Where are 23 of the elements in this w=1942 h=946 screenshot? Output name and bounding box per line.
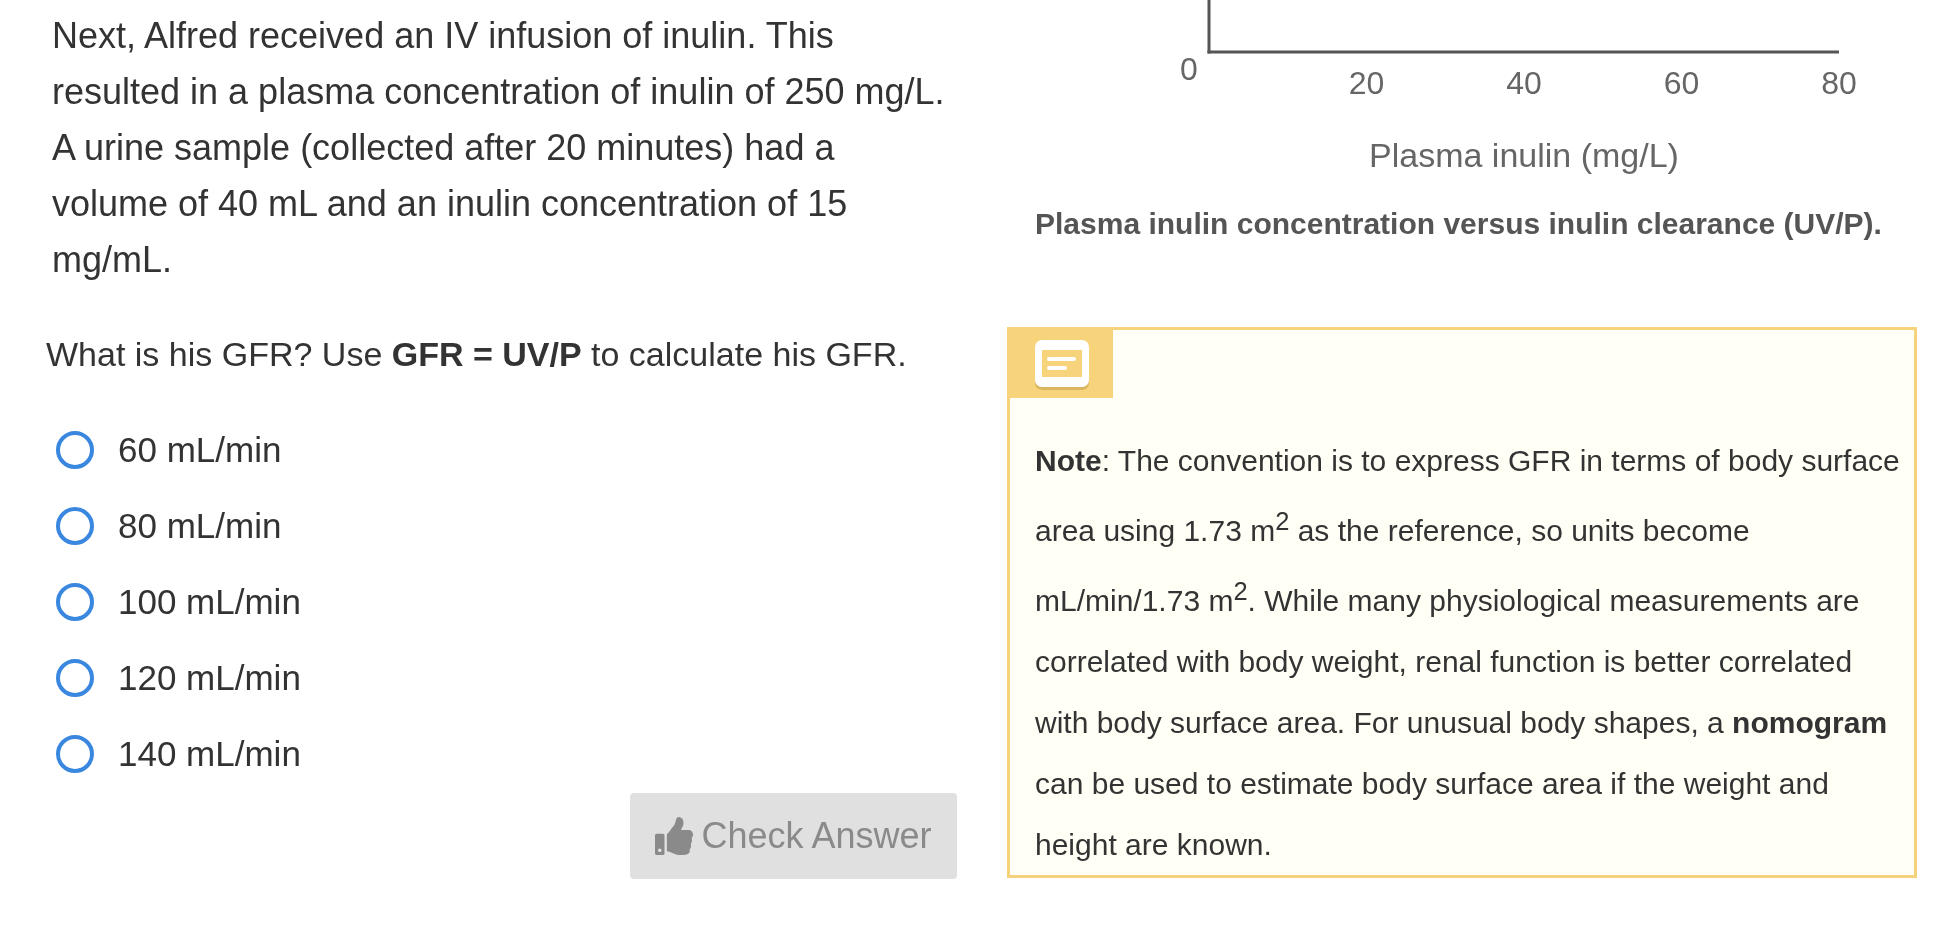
- radio-button[interactable]: [56, 583, 94, 621]
- axis-tick-label: 0: [1180, 51, 1198, 87]
- note-text: Note: The convention is to express GFR in terms of body surface area using 1.73 m$^{2}$ as the reference, so units become mL/min/1.73 m$^{2}$. While many physiological measurements are correlated with body weight, renal function is better correlated with body surface area. For unusual body shapes, a nomogram can be used to estimate body surface area if the weight and height are known.: [1035, 443, 1901, 863]
- option-label[interactable]: 100 mL/min: [118, 580, 301, 624]
- radio-button[interactable]: [56, 659, 94, 697]
- question-text: What is his GFR? Use GFR = UV/P to calculate his GFR.: [46, 334, 908, 375]
- axis-tick-label: 60: [1663, 65, 1700, 101]
- axis-tick-label: 40: [1506, 65, 1542, 101]
- radio-button[interactable]: [56, 507, 94, 545]
- axis-tick-label: 20: [1348, 65, 1385, 101]
- radio-button[interactable]: [56, 735, 94, 773]
- option-label[interactable]: 140 mL/min: [118, 732, 301, 776]
- thumbs-up-icon: [655, 817, 694, 855]
- figure-caption: Plasma inulin concentration versus inulin clearance (UV/P).: [1035, 206, 1883, 242]
- y-axis: [1207, 0, 1211, 54]
- problem-text: Next, Alfred received an IV infusion of inulin. This resulted in a plasma concentration of inulin of 250 mg/L. A urine sample (collected after 20 minutes) had a volume of 40 mL and an inulin concentration of 15 mg/mL.: [52, 14, 946, 282]
- option-label[interactable]: 60 mL/min: [118, 428, 282, 472]
- axis-tick-label: 80: [1821, 65, 1857, 101]
- radio-button[interactable]: [56, 431, 94, 469]
- option-label[interactable]: 120 mL/min: [118, 656, 301, 700]
- axis-title: Plasma inulin (mg/L): [1369, 136, 1679, 174]
- option-label[interactable]: 80 mL/min: [118, 504, 282, 548]
- note-icon: [1010, 330, 1113, 398]
